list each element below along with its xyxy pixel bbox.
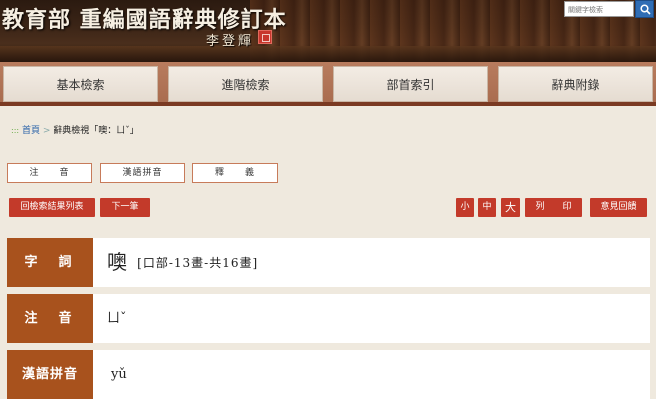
radical-info: [口部-13畫-共16畫]	[137, 256, 259, 270]
menu-appendix[interactable]: 辭典附錄	[498, 66, 653, 102]
breadcrumb: ::: 首頁 > 辭典檢視「噢：ㄩˇ」	[11, 123, 139, 136]
entry-row-pinyin: 漢語拼音 yǔ	[7, 350, 650, 399]
breadcrumb-prefix: :::	[11, 126, 20, 135]
breadcrumb-home-link[interactable]: 首頁	[22, 126, 40, 136]
shelf-edge	[0, 46, 656, 62]
entry-row-word: 字 詞 噢 [口部-13畫-共16畫]	[7, 238, 650, 287]
breadcrumb-separator: >	[42, 126, 51, 136]
search-button[interactable]	[635, 0, 654, 18]
print-button[interactable]: 列 印	[525, 198, 582, 217]
pinyin-label: 漢語拼音	[7, 350, 93, 399]
menu-advanced-search[interactable]: 進階檢索	[168, 66, 323, 102]
zhuyin-label: 注 音	[7, 294, 93, 343]
menu-divider	[0, 102, 656, 106]
entry-row-zhuyin: 注 音 ㄩˇ	[7, 294, 650, 343]
font-large-button[interactable]: 大	[501, 198, 520, 217]
feedback-button[interactable]: 意見回饋	[590, 198, 647, 217]
zhuyin-value: ㄩˇ	[107, 311, 127, 326]
search-icon	[640, 4, 651, 15]
breadcrumb-current: 辭典檢視「噢：ㄩˇ」	[53, 126, 139, 136]
main-menu: 基本檢索 進階檢索 部首索引 辭典附錄	[0, 62, 656, 106]
word-value: 噢 [口部-13畫-共16畫]	[107, 238, 258, 287]
back-to-results-button[interactable]: 回檢索結果列表	[9, 198, 95, 217]
tab-definition[interactable]: 釋 義	[192, 163, 278, 183]
search-input[interactable]: 關鍵字檢索	[564, 1, 634, 17]
next-entry-button[interactable]: 下一筆	[100, 198, 150, 217]
font-small-button[interactable]: 小	[456, 198, 474, 217]
site-header: 教育部 重編國語辭典修訂本 李登輝 關鍵字檢索	[0, 0, 656, 62]
pinyin-value: yǔ	[111, 367, 127, 382]
word-label: 字 詞	[7, 238, 93, 287]
tab-zhuyin[interactable]: 注 音	[7, 163, 92, 183]
seal-stamp	[258, 30, 272, 44]
entry-character: 噢	[107, 250, 127, 274]
title-signature: 李登輝	[206, 34, 255, 49]
menu-basic-search[interactable]: 基本檢索	[3, 66, 158, 102]
menu-radical-index[interactable]: 部首索引	[333, 66, 488, 102]
font-medium-button[interactable]: 中	[478, 198, 496, 217]
tab-pinyin[interactable]: 漢語拼音	[100, 163, 185, 183]
